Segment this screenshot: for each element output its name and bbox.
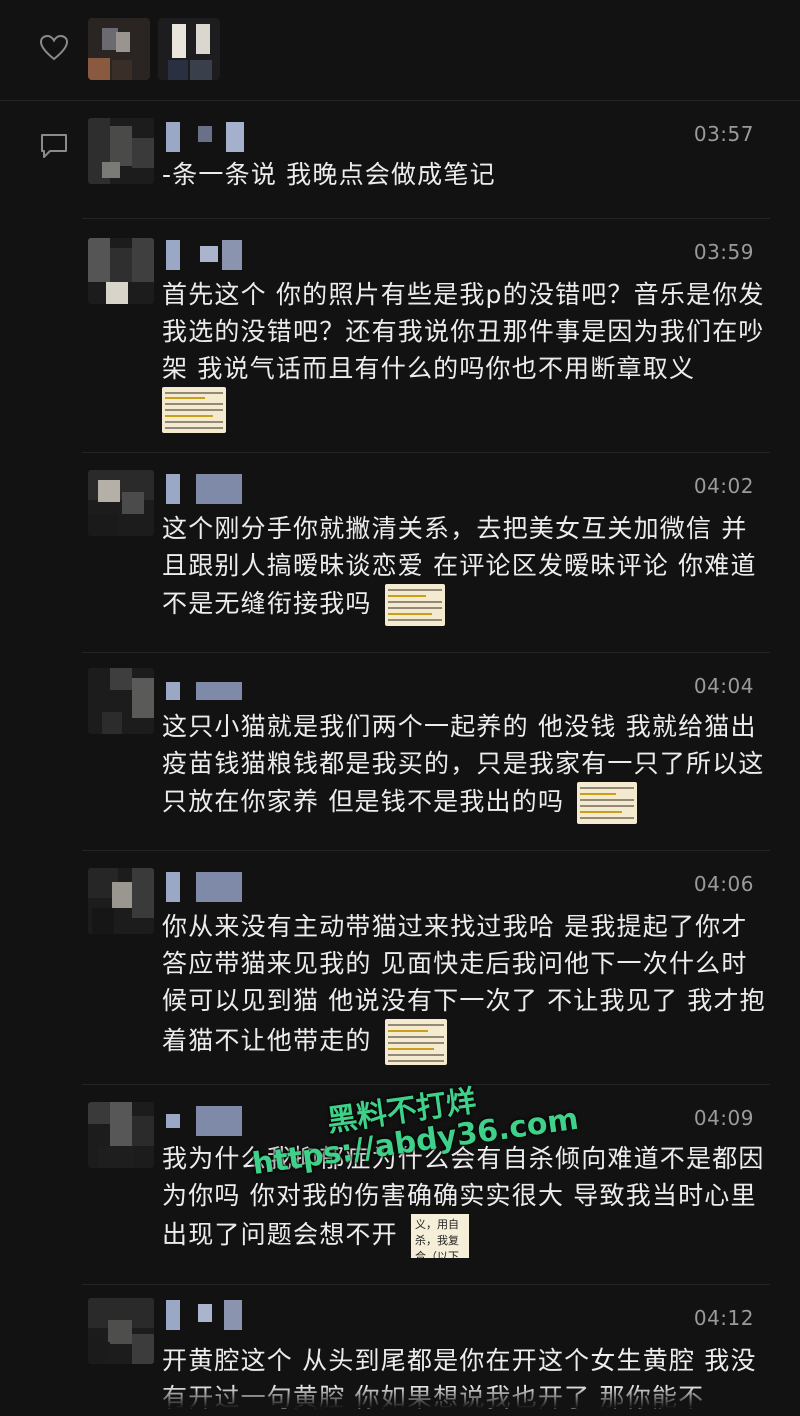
image-thumbnail[interactable] [577,782,638,824]
comment-item: 04:06 你从来没有主动带猫过来找过我哈 是我提起了你才答应带猫来见我的 见面… [0,850,800,1082]
comment-text: 这只小猫就是我们两个一起养的 他没钱 我就给猫出疫苗钱猫粮钱都是我买的，只是我家… [162,708,767,824]
commenter-name[interactable] [166,240,256,270]
liker-avatar[interactable] [88,18,150,80]
comment-item: 03:59 首先这个 你的照片有些是我p的没错吧？音乐是你发我选的没错吧？还有我… [0,218,800,450]
image-thumbnail[interactable]: 义，用自杀，我复合（以下 [410,1214,469,1258]
divider [82,452,770,453]
comment-item: 04:04 这只小猫就是我们两个一起养的 他没钱 我就给猫出疫苗钱猫粮钱都是我买… [0,652,800,844]
comment-time: 03:57 [693,122,754,146]
commenter-name[interactable] [166,872,256,902]
divider [82,1284,770,1285]
comment-text-content: 这个刚分手你就撇清关系，去把美女互关加微信 并且跟别人搞暧昧谈恋爱 在评论区发暧… [162,514,757,618]
comment-time: 04:06 [693,872,754,896]
comment-time: 03:59 [693,240,754,264]
liker-avatar[interactable] [158,18,220,80]
commenter-avatar[interactable] [88,668,154,734]
comment-text: 首先这个 你的照片有些是我p的没错吧？音乐是你发我选的没错吧？还有我说你丑那件事… [162,276,767,433]
comment-item: 04:02 这个刚分手你就撇清关系，去把美女互关加微信 并且跟别人搞暧昧谈恋爱 … [0,452,800,646]
commenter-avatar[interactable] [88,238,154,304]
comment-item: 03:57 -条一条说 我晚点会做成笔记 [0,100,800,210]
comment-text: -条一条说 我晚点会做成笔记 [162,156,767,193]
divider [82,218,770,219]
image-thumbnail[interactable] [384,1019,447,1065]
comment-text-content: -条一条说 我晚点会做成笔记 [162,160,496,189]
commenter-name[interactable] [166,474,256,504]
bottom-fade [0,1386,800,1408]
commenter-avatar[interactable] [88,868,154,934]
commenter-avatar[interactable] [88,470,154,536]
image-thumbnail[interactable] [162,387,226,433]
comment-text: 这个刚分手你就撇清关系，去把美女互关加微信 并且跟别人搞暧昧谈恋爱 在评论区发暧… [162,510,767,626]
divider [82,850,770,851]
commenter-avatar[interactable] [88,118,154,184]
divider [82,652,770,653]
comment-time: 04:12 [693,1306,754,1330]
commenter-name[interactable] [166,122,256,152]
commenter-name[interactable] [166,1106,256,1136]
comment-text-content: 你从来没有主动带猫过来找过我哈 是我提起了你才答应带猫来见我的 见面快走后我问他… [162,912,766,1055]
commenter-name[interactable] [166,678,256,708]
comment-text-content: 首先这个 你的照片有些是我p的没错吧？音乐是你发我选的没错吧？还有我说你丑那件事… [162,280,765,383]
comment-time: 04:04 [693,674,754,698]
commenter-avatar[interactable] [88,1298,154,1364]
likes-row [0,0,800,101]
comment-time: 04:02 [693,474,754,498]
heart-icon[interactable] [38,32,70,64]
image-thumbnail[interactable] [384,584,445,626]
comment-text-content: 这只小猫就是我们两个一起养的 他没钱 我就给猫出疫苗钱猫粮钱都是我买的，只是我家… [162,712,765,816]
comment-text: 你从来没有主动带猫过来找过我哈 是我提起了你才答应带猫来见我的 见面快走后我问他… [162,908,767,1065]
commenter-avatar[interactable] [88,1102,154,1168]
comment-time: 04:09 [693,1106,754,1130]
commenter-name[interactable] [166,1300,256,1330]
